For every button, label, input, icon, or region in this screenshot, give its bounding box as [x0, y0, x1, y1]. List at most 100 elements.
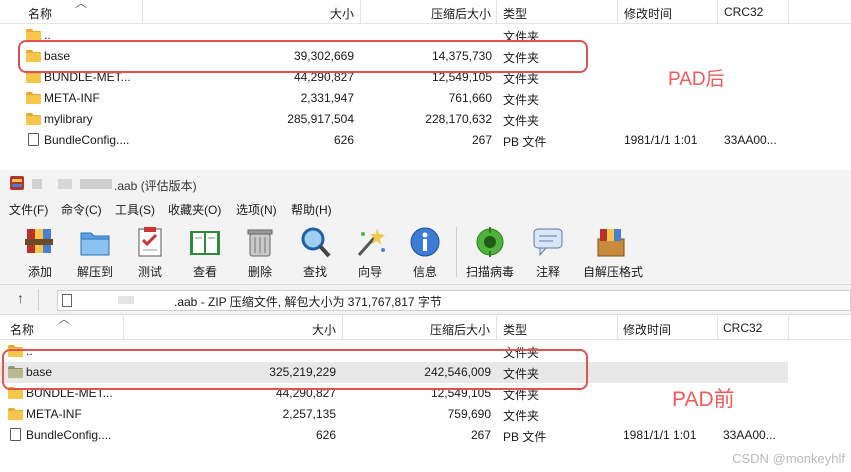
toolbar-test-button[interactable]: 测试	[122, 223, 178, 281]
row-packed: 761,660	[448, 91, 492, 105]
row-type: PB 文件	[503, 430, 547, 444]
address-bar: ↑ .aab - ZIP 压缩文件, 解包大小为 371,767,817 字节	[0, 285, 851, 315]
toolbar-add-button[interactable]: 添加	[12, 223, 68, 281]
row-type: 文件夹	[503, 114, 540, 128]
table-row[interactable]: BundleConfig.... 626 267 PB 文件 1981/1/1 …	[0, 425, 851, 446]
menu-command[interactable]: 命令(C)	[61, 201, 102, 218]
highlight-box	[2, 349, 588, 390]
column-packed[interactable]: 压缩后大小	[431, 5, 491, 22]
title-bar: .aab (评估版本)	[0, 170, 851, 198]
column-modified[interactable]: 修改时间	[624, 5, 672, 22]
view-book-icon	[190, 231, 220, 255]
row-packed: 228,170,632	[425, 112, 492, 126]
toolbar: 添加 解压到 测试 查看 删除 查找 向导 信息 扫描病毒 注释 自解压格式	[0, 219, 851, 285]
column-type[interactable]: 类型	[503, 5, 527, 22]
toolbar-wizard-button[interactable]: 向导	[342, 223, 398, 281]
column-divider	[617, 316, 618, 340]
redacted-block	[58, 179, 72, 189]
row-size: 2,331,947	[300, 91, 354, 105]
column-divider	[142, 0, 143, 24]
redacted-block	[80, 179, 112, 189]
file-icon	[26, 133, 41, 146]
row-type: PB 文件	[503, 135, 547, 149]
row-name: META-INF	[26, 407, 82, 421]
toolbar-label: 解压到	[76, 265, 113, 279]
row-crc: 33AA00...	[723, 428, 776, 442]
column-name[interactable]: 名称	[28, 5, 52, 22]
sort-caret-icon: ︿	[58, 312, 71, 326]
table-row[interactable]: BundleConfig.... 626 267 PB 文件 1981/1/1 …	[0, 130, 851, 151]
toolbar-extract-button[interactable]: 解压到	[67, 223, 123, 281]
winrar-logo-icon	[10, 176, 24, 190]
menu-favorites[interactable]: 收藏夹(O)	[168, 201, 221, 218]
bottom-list-header: 名称 ︿ 大小 压缩后大小 类型 修改时间 CRC32	[0, 312, 851, 340]
column-divider	[617, 0, 618, 24]
column-size[interactable]: 大小	[312, 321, 336, 338]
column-name[interactable]: 名称	[10, 321, 34, 338]
archive-file-icon	[62, 294, 72, 307]
toolbar-comment-button[interactable]: 注释	[520, 223, 576, 281]
row-name: BundleConfig....	[44, 133, 130, 147]
toolbar-view-button[interactable]: 查看	[177, 223, 233, 281]
file-icon	[8, 428, 23, 441]
column-divider	[123, 316, 124, 340]
row-modified: 1981/1/1 1:01	[623, 428, 697, 442]
path-field[interactable]: .aab - ZIP 压缩文件, 解包大小为 371,767,817 字节	[57, 290, 851, 311]
column-divider	[496, 316, 497, 340]
table-row[interactable]: META-INF 2,331,947 761,660 文件夹	[0, 88, 851, 109]
up-arrow-icon[interactable]: ↑	[17, 290, 24, 306]
comment-icon	[533, 228, 563, 257]
toolbar-delete-button[interactable]: 删除	[232, 223, 288, 281]
test-icon	[138, 227, 162, 257]
row-type: 文件夹	[503, 409, 540, 423]
annotation-before: PAD前	[672, 388, 735, 411]
archive-summary: .aab - ZIP 压缩文件, 解包大小为 371,767,817 字节	[174, 295, 442, 309]
row-size: 626	[333, 133, 354, 147]
folder-icon	[26, 91, 41, 104]
toolbar-label: 查看	[192, 265, 217, 279]
column-crc[interactable]: CRC32	[723, 321, 762, 335]
folder-icon	[26, 112, 41, 125]
row-packed: 267	[471, 133, 492, 147]
row-modified: 1981/1/1 1:01	[624, 133, 698, 147]
sfx-box-icon	[597, 229, 625, 257]
column-crc[interactable]: CRC32	[724, 5, 763, 19]
magnifier-icon	[301, 227, 331, 258]
row-size: 2,257,135	[282, 407, 336, 421]
toolbar-info-button[interactable]: 信息	[397, 223, 453, 281]
column-type[interactable]: 类型	[503, 321, 527, 338]
trash-icon	[247, 229, 273, 257]
virus-scan-icon	[476, 227, 504, 257]
menu-help[interactable]: 帮助(H)	[291, 201, 332, 218]
folder-icon	[8, 407, 23, 420]
toolbar-label: 删除	[247, 265, 272, 279]
column-modified[interactable]: 修改时间	[623, 321, 671, 338]
toolbar-label: 注释	[535, 265, 560, 279]
column-divider	[496, 0, 497, 24]
row-name: BundleConfig....	[26, 428, 112, 442]
toolbar-label: 自解压格式	[583, 265, 644, 279]
toolbar-virus-scan-button[interactable]: 扫描病毒	[462, 223, 518, 281]
column-divider	[342, 316, 343, 340]
column-size[interactable]: 大小	[330, 5, 354, 22]
toolbar-find-button[interactable]: 查找	[287, 223, 343, 281]
row-name: mylibrary	[44, 112, 93, 126]
toolbar-sfx-button[interactable]: 自解压格式	[583, 223, 644, 281]
row-size: 285,917,504	[287, 112, 354, 126]
menu-options[interactable]: 选项(N)	[236, 201, 277, 218]
wizard-wand-icon	[357, 228, 385, 256]
column-divider	[717, 0, 718, 24]
menu-file[interactable]: 文件(F)	[9, 201, 48, 218]
column-divider	[717, 316, 718, 340]
column-packed[interactable]: 压缩后大小	[430, 321, 490, 338]
toolbar-label: 扫描病毒	[465, 265, 514, 279]
add-archive-icon	[25, 229, 53, 253]
window-title: .aab (评估版本)	[114, 179, 197, 193]
top-list-header: 名称 ︿ 大小 压缩后大小 类型 修改时间 CRC32	[0, 0, 851, 24]
highlight-box	[18, 40, 588, 73]
info-icon	[410, 227, 440, 257]
column-divider	[788, 0, 789, 24]
table-row[interactable]: mylibrary 285,917,504 228,170,632 文件夹	[0, 109, 851, 130]
menu-tools[interactable]: 工具(S)	[115, 201, 155, 218]
row-name: META-INF	[44, 91, 100, 105]
